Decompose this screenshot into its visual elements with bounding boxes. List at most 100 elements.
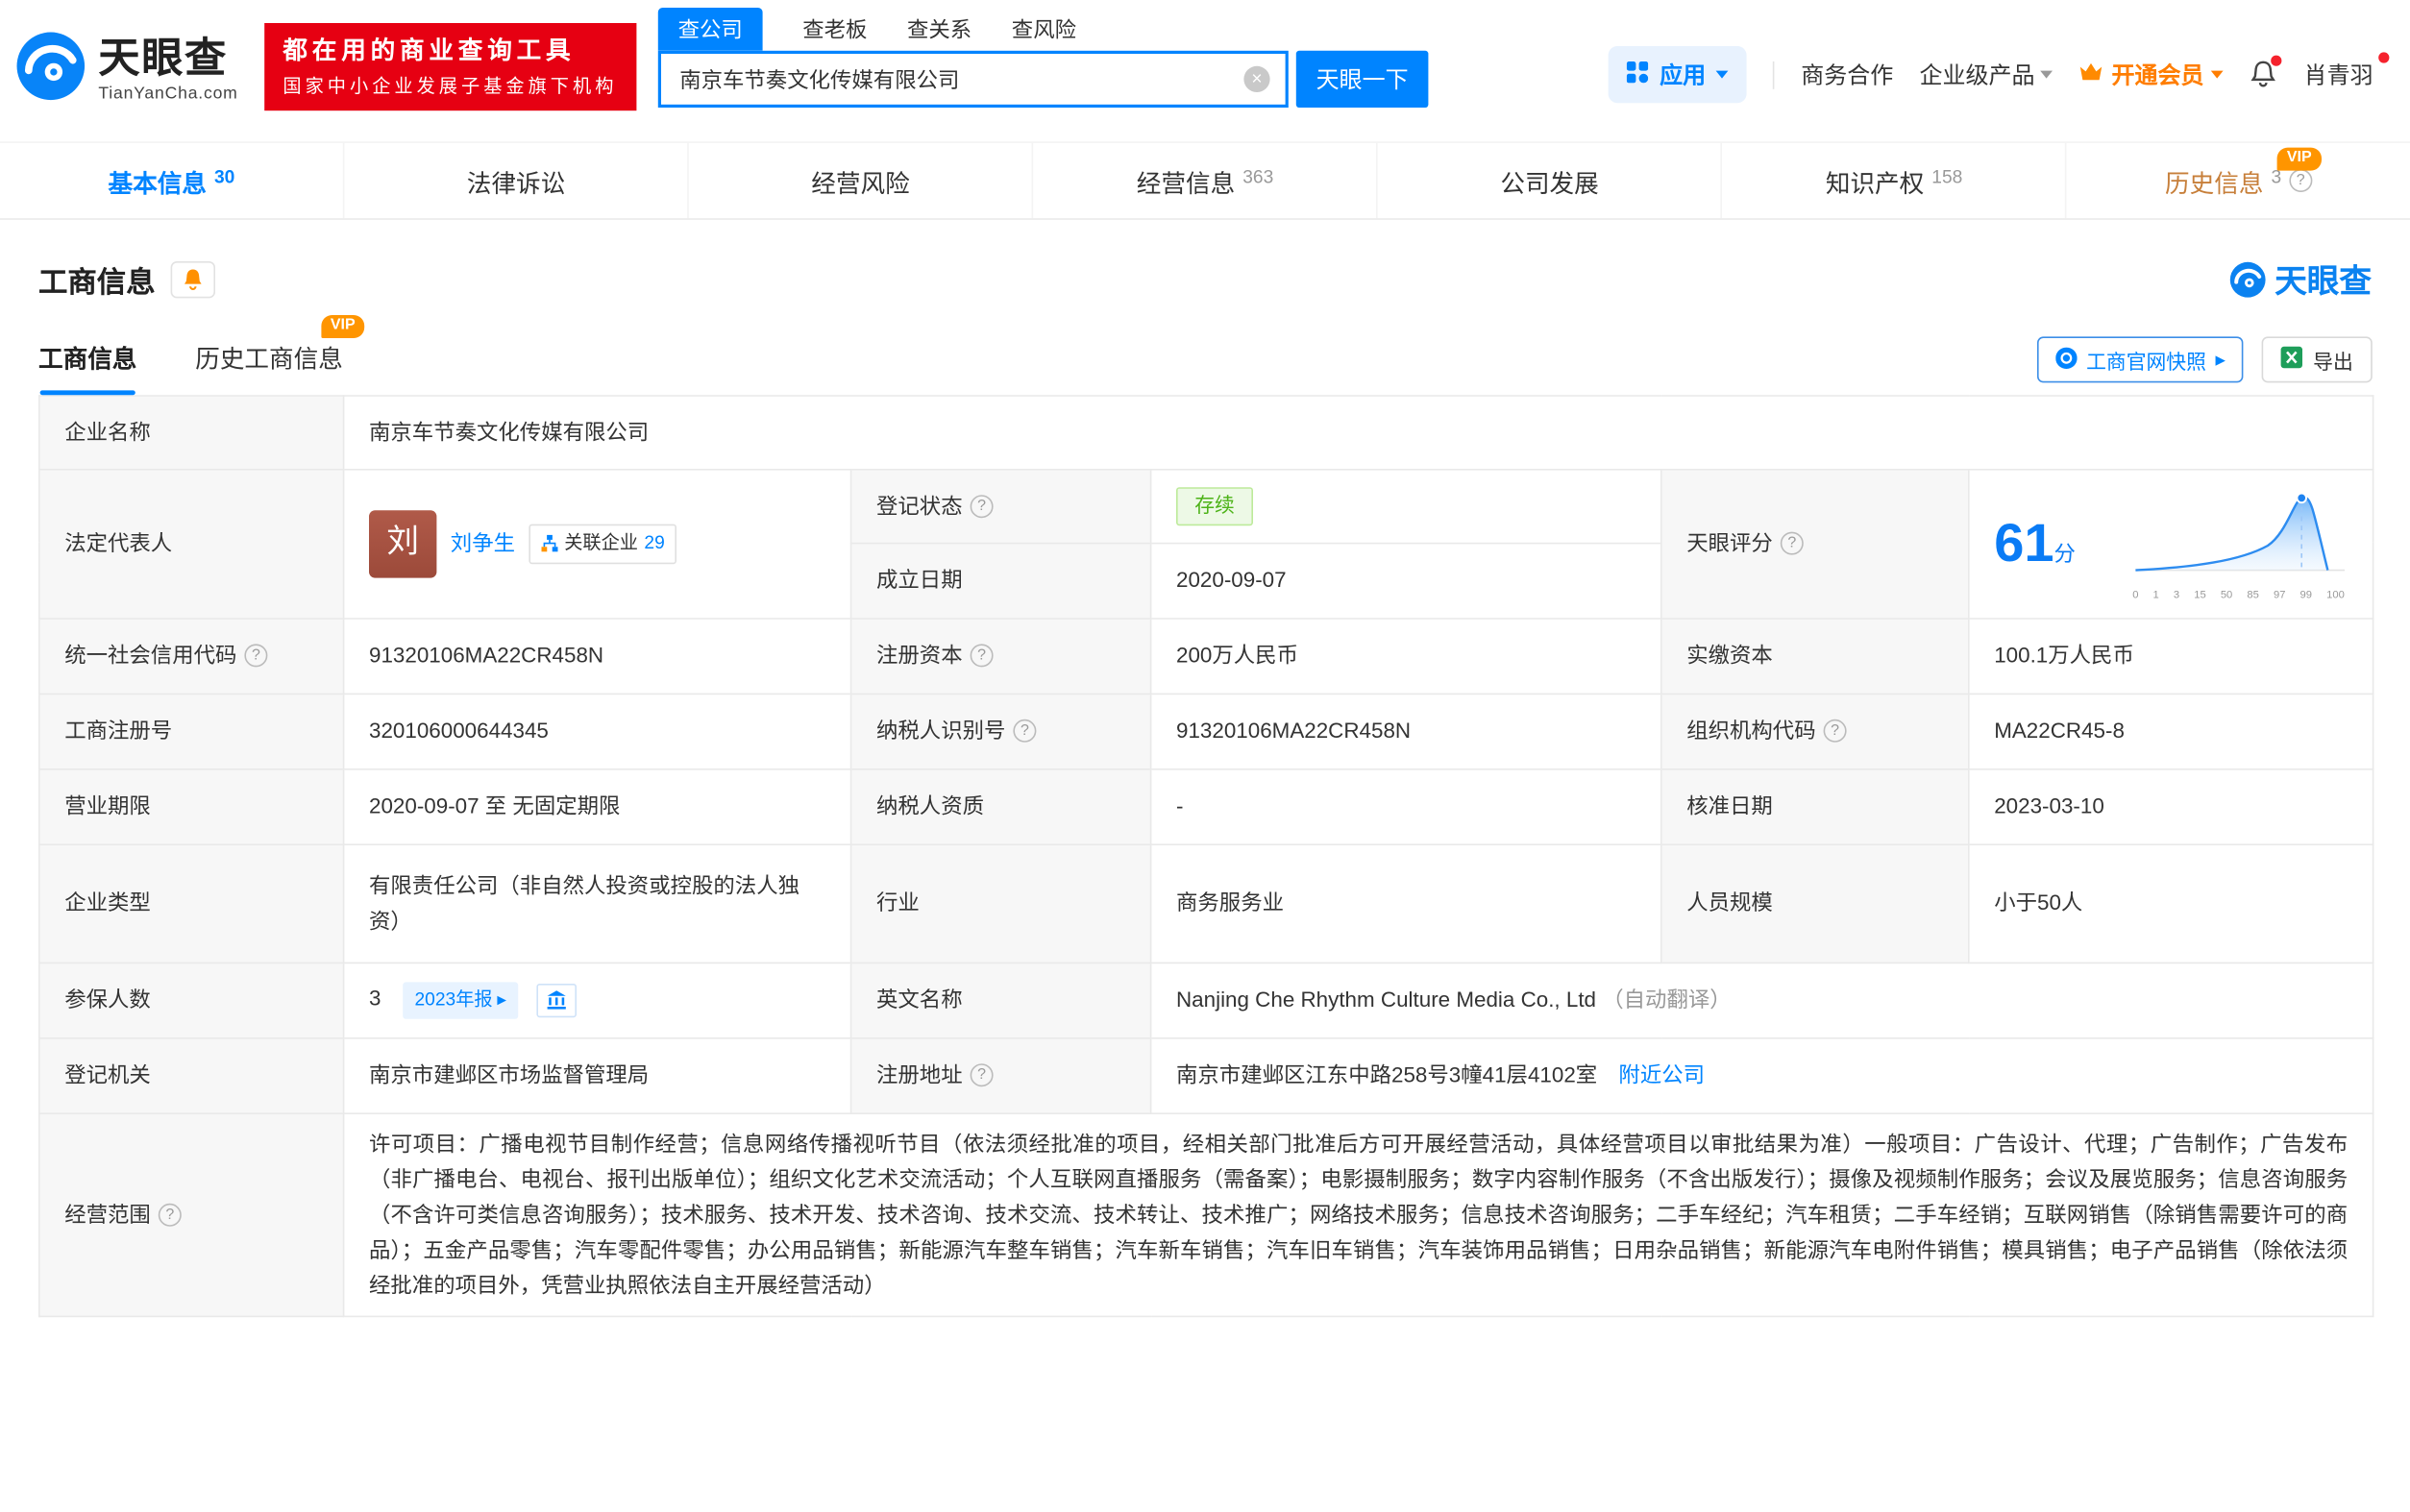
tab-basic-info[interactable]: 基本信息 30: [0, 143, 343, 218]
promo-line-2: 国家中小企业发展子基金旗下机构: [283, 74, 618, 97]
bank-icon: [548, 990, 567, 1010]
search-input[interactable]: [657, 50, 1289, 108]
establish-date-label: 成立日期: [849, 542, 1152, 620]
reg-number-label: 工商注册号: [37, 693, 345, 770]
insured-count: 3: [369, 985, 381, 1011]
section-title: 工商信息: [38, 266, 156, 300]
tab-operating-risk[interactable]: 经营风险: [687, 142, 1032, 219]
help-icon[interactable]: ?: [1013, 719, 1037, 744]
taxpayer-quality-label: 纳税人资质: [849, 768, 1152, 845]
score-cell: 61分 0 1 3 15 50 85 97 99 100: [1968, 469, 2374, 620]
apps-button[interactable]: 应用: [1609, 46, 1748, 104]
nav-cooperation[interactable]: 商务合作: [1801, 59, 1893, 91]
vip-badge: VIP: [321, 315, 365, 338]
help-icon[interactable]: ?: [158, 1203, 182, 1227]
biz-term-label: 营业期限: [37, 768, 345, 845]
enterprise-label: 企业级产品: [1919, 62, 2035, 89]
industry-label: 行业: [849, 842, 1152, 963]
vip-badge: VIP: [2277, 147, 2322, 171]
help-icon[interactable]: ?: [970, 495, 994, 519]
help-icon[interactable]: ?: [1780, 532, 1804, 556]
reg-capital-value: 200万人民币: [1149, 617, 1662, 695]
paid-capital-label: 实缴资本: [1660, 617, 1970, 695]
subscribe-bell-button[interactable]: [170, 261, 216, 299]
notification-bell[interactable]: [2250, 55, 2283, 88]
official-snapshot-button[interactable]: 工商官网快照 ▸: [2036, 336, 2245, 383]
subtabs-row: 工商信息 VIP 历史工商信息 工商官网快照 ▸ 导出: [38, 315, 2372, 395]
reg-capital-label: 注册资本?: [849, 617, 1152, 695]
help-icon[interactable]: ?: [1823, 719, 1847, 744]
open-vip-button[interactable]: 开通会员: [2079, 59, 2225, 91]
tab-intellectual-property[interactable]: 知识产权 158: [1721, 142, 2066, 219]
insured-cell: 3 2023年报 ▸: [342, 962, 852, 1039]
score-number: 61分: [1994, 513, 2076, 573]
industry-value: 商务服务业: [1149, 842, 1662, 963]
english-name-label: 英文名称: [849, 962, 1152, 1039]
help-icon[interactable]: ?: [970, 1063, 994, 1087]
social-insurance-icon-button[interactable]: [536, 983, 578, 1017]
subtab-business-info[interactable]: 工商信息: [38, 338, 136, 395]
registry-label: 登记机关: [37, 1036, 345, 1114]
user-badge-dot: [2377, 52, 2389, 63]
annual-report-chip[interactable]: 2023年报 ▸: [402, 982, 519, 1019]
chevron-down-icon: [2040, 70, 2053, 79]
approval-date-label: 核准日期: [1660, 768, 1970, 845]
search-tab-relation[interactable]: 查关系: [907, 8, 971, 51]
table-row: 企业类型 有限责任公司（非自然人投资或控股的法人独资） 行业 商务服务业 人员规…: [37, 842, 2374, 963]
table-row: 登记机关 南京市建邺区市场监督管理局 注册地址? 南京市建邺区江东中路258号3…: [37, 1036, 2374, 1114]
table-row: 企业名称 南京车节奏文化传媒有限公司: [37, 395, 2374, 471]
bell-icon: [184, 269, 202, 290]
tab-company-development[interactable]: 公司发展: [1376, 142, 1722, 219]
apps-grid-icon: [1627, 61, 1649, 88]
clear-search-icon[interactable]: ×: [1243, 65, 1270, 92]
arrow-right-icon: ▸: [2215, 347, 2226, 371]
search-block: 查公司 查老板 查关系 查风险 × 天眼一下: [657, 8, 1429, 108]
tab-legal[interactable]: 法律诉讼: [342, 142, 688, 219]
search-button[interactable]: 天眼一下: [1295, 50, 1429, 108]
nav-enterprise[interactable]: 企业级产品: [1920, 59, 2053, 91]
reg-number-value: 320106000644345: [342, 693, 852, 770]
excel-icon: [2281, 346, 2304, 374]
nearby-companies-link[interactable]: 附近公司: [1618, 1062, 1705, 1087]
help-icon[interactable]: ?: [2289, 169, 2313, 192]
credit-code-label: 统一社会信用代码?: [37, 617, 345, 695]
english-name-cell: Nanjing Che Rhythm Culture Media Co., Lt…: [1149, 962, 2374, 1039]
chevron-down-icon: [2211, 70, 2225, 79]
legal-rep-name-link[interactable]: 刘争生: [451, 526, 515, 562]
address-cell: 南京市建邺区江东中路258号3幢41层4102室 附近公司: [1149, 1036, 2374, 1114]
export-button[interactable]: 导出: [2262, 336, 2372, 383]
legal-rep-cell: 刘 刘争生 关联企业 29: [342, 469, 852, 620]
tab-history-info[interactable]: VIP 历史信息 3 ?: [2065, 142, 2410, 219]
related-companies-chip[interactable]: 关联企业 29: [529, 524, 677, 564]
notification-dot: [2271, 55, 2283, 66]
logo-domain: TianYanCha.com: [98, 84, 238, 103]
staff-size-value: 小于50人: [1968, 842, 2374, 963]
table-row: 工商注册号 320106000644345 纳税人识别号? 91320106MA…: [37, 693, 2374, 770]
company-name-value: 南京车节奏文化传媒有限公司: [342, 395, 2374, 471]
search-tab-boss[interactable]: 查老板: [802, 8, 867, 51]
org-code-label: 组织机构代码?: [1660, 693, 1970, 770]
company-name-label: 企业名称: [37, 395, 345, 471]
search-tab-company[interactable]: 查公司: [657, 8, 763, 51]
logo-title: 天眼查: [98, 35, 228, 81]
promo-banner: 都在用的商业查询工具 国家中小企业发展子基金旗下机构: [264, 23, 636, 110]
registry-value: 南京市建邺区市场监督管理局: [342, 1036, 852, 1114]
scope-value: 许可项目：广播电视节目制作经营；信息网络传播视听节目（依法须经批准的项目，经相关…: [342, 1111, 2374, 1318]
tab-business-info[interactable]: 经营信息 363: [1031, 142, 1377, 219]
search-tab-risk[interactable]: 查风险: [1012, 8, 1076, 51]
search-row: × 天眼一下: [657, 50, 1429, 108]
table-row: 法定代表人 刘 刘争生 关联企业 29 登记状态? 存续 天眼评分 ? 61分 …: [37, 469, 2374, 620]
insured-label: 参保人数: [37, 962, 345, 1039]
subtab-history-business-info[interactable]: VIP 历史工商信息: [195, 315, 365, 395]
logo-text: 天眼查 TianYanCha.com: [98, 37, 237, 102]
page: 天眼查 TianYanCha.com 都在用的商业查询工具 国家中小企业发展子基…: [0, 0, 2410, 1512]
help-icon[interactable]: ?: [970, 644, 994, 668]
company-type-value: 有限责任公司（非自然人投资或控股的法人独资）: [342, 842, 852, 963]
tianyancha-logo[interactable]: 天眼查 TianYanCha.com: [15, 31, 238, 110]
score-axis-ticks: 0 1 3 15 50 85 97 99 100: [2132, 590, 2345, 601]
score-chart: 0 1 3 15 50 85 97 99 100: [2132, 482, 2348, 604]
approval-date-value: 2023-03-10: [1968, 768, 2374, 845]
score-label: 天眼评分?: [1660, 469, 1970, 620]
help-icon[interactable]: ?: [244, 644, 268, 668]
username[interactable]: 肖青羽: [2304, 52, 2389, 91]
